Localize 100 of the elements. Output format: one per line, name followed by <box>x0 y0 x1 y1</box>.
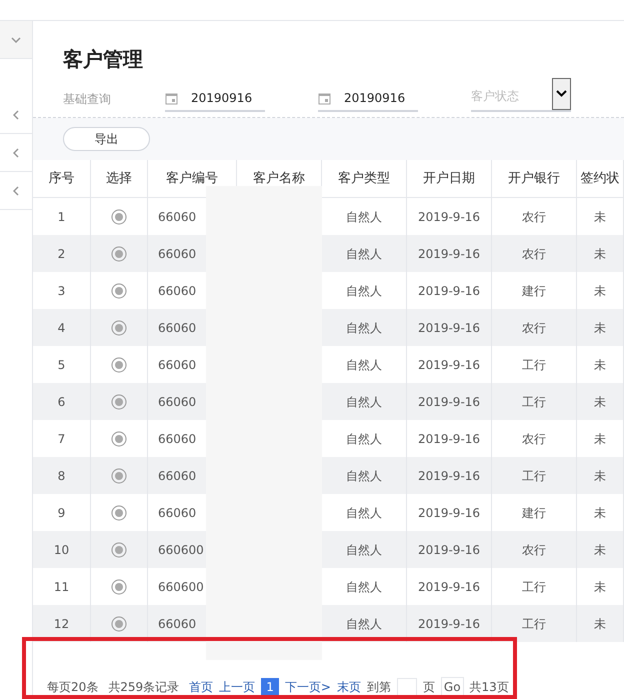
table-cell-text: 工行 <box>522 578 546 596</box>
column-header: 签约状 <box>580 170 620 188</box>
table-cell-text: 12 <box>54 616 70 632</box>
table-cell-text: 66060 <box>158 504 196 522</box>
radio-icon[interactable] <box>111 578 127 594</box>
table-cell-text: 未 <box>594 542 606 558</box>
chevron-left-icon[interactable] <box>13 148 19 158</box>
table-cell-text: 2019-9-16 <box>418 616 480 632</box>
page-link[interactable]: 末页 <box>336 678 361 696</box>
column-header: 客户名称 <box>253 170 305 188</box>
caret-down-icon <box>552 78 571 110</box>
table-cell-text: 2019-9-16 <box>418 246 480 262</box>
page-count-text: 共13页 <box>470 679 509 696</box>
table-cell-text: 未 <box>594 282 606 300</box>
table-cell-text: 2019-9-16 <box>418 282 480 300</box>
table-cell-text: 3 <box>58 282 66 300</box>
chevron-left-icon[interactable] <box>13 186 19 196</box>
table-cell-text: 5 <box>58 356 66 374</box>
table-cell-text: 660600 <box>158 542 204 558</box>
table-cell-text: 工行 <box>522 468 546 484</box>
table-cell-text: 未 <box>594 468 606 484</box>
radio-icon[interactable] <box>111 504 127 520</box>
table-cell-text: 9 <box>58 504 66 522</box>
table-cell-text: 1 <box>58 208 66 226</box>
table-cell-text: 4 <box>58 320 66 336</box>
table-cell-text: 工行 <box>522 356 546 374</box>
table-cell-text: 2019-9-16 <box>418 356 480 374</box>
column-header: 客户编号 <box>166 170 218 188</box>
export-button[interactable]: 导出 <box>63 127 150 151</box>
table-cell-text: 6 <box>58 394 66 410</box>
radio-icon[interactable] <box>111 208 127 224</box>
table-cell-text: 未 <box>594 578 606 596</box>
radio-icon[interactable] <box>111 320 127 336</box>
table-cell-text: 10 <box>54 542 70 558</box>
table-cell-text: 66060 <box>158 468 196 484</box>
go-button[interactable]: Go <box>440 677 464 697</box>
table-cell-text: 2 <box>58 246 66 262</box>
table-cell-text: 自然人 <box>346 616 382 632</box>
radio-icon[interactable] <box>111 616 127 632</box>
column-header: 客户类型 <box>338 170 390 188</box>
table-cell-text: 66060 <box>158 208 196 226</box>
page-title: 客户管理 <box>63 46 143 72</box>
radio-icon[interactable] <box>111 246 127 262</box>
table-cell-text: 自然人 <box>346 430 382 448</box>
table-cell-text: 建行 <box>522 504 546 522</box>
page-unit-label: 页 <box>422 679 435 696</box>
table-cell-text: 2019-9-16 <box>418 578 480 596</box>
table-cell-text: 未 <box>594 430 606 448</box>
table-cell-text: 未 <box>594 616 606 632</box>
table-cell-text: 7 <box>58 430 66 448</box>
table-cell-text: 自然人 <box>346 282 382 300</box>
table-cell-text: 自然人 <box>346 578 382 596</box>
radio-icon[interactable] <box>111 394 127 410</box>
query-label: 基础查询 <box>63 91 112 108</box>
radio-icon[interactable] <box>111 282 127 298</box>
table-cell-text: 建行 <box>522 282 546 300</box>
table-cell-text: 11 <box>54 578 70 596</box>
page-link[interactable]: 上一页 <box>219 678 256 696</box>
table-cell-text: 自然人 <box>346 394 382 410</box>
radio-icon[interactable] <box>111 430 127 446</box>
table-cell-text: 2019-9-16 <box>418 320 480 336</box>
page-link[interactable]: 首页 <box>189 678 214 696</box>
column-header: 开户日期 <box>423 170 475 188</box>
radio-icon[interactable] <box>111 356 127 372</box>
table-cell-text: 未 <box>594 504 606 522</box>
page-link[interactable]: 下一页> <box>284 678 331 696</box>
table-cell-text: 自然人 <box>346 208 382 226</box>
table-cell-text: 66060 <box>158 430 196 448</box>
calendar-icon <box>165 92 178 104</box>
table-cell-text: 未 <box>594 356 606 374</box>
table-cell-text: 农行 <box>522 542 546 558</box>
chevron-left-icon[interactable] <box>13 110 19 120</box>
start-date-field[interactable]: 20190916 <box>165 86 265 112</box>
table-cell-text: 农行 <box>522 208 546 226</box>
radio-icon[interactable] <box>111 468 127 484</box>
table-cell-text: 66060 <box>158 616 196 632</box>
table-cell-text: 66060 <box>158 282 196 300</box>
current-page[interactable]: 1 <box>261 678 279 696</box>
record-count-text: 共259条记录 <box>108 679 180 696</box>
column-header: 开户银行 <box>508 170 560 188</box>
page-input[interactable] <box>396 678 417 696</box>
table-cell-text: 2019-9-16 <box>418 504 480 522</box>
table-cell-text: 2019-9-16 <box>418 394 480 410</box>
page-size-text: 每页20条 <box>47 679 98 696</box>
table-cell-text: 农行 <box>522 320 546 336</box>
table-cell-text: 66060 <box>158 394 196 410</box>
table-cell-text: 未 <box>594 208 606 226</box>
radio-icon[interactable] <box>111 542 127 558</box>
table-cell-text: 农行 <box>522 246 546 262</box>
end-date-field[interactable]: 20190916 <box>318 86 418 112</box>
chevron-down-icon[interactable] <box>11 36 21 42</box>
table-cell-text: 2019-9-16 <box>418 430 480 448</box>
table-cell-text: 未 <box>594 394 606 410</box>
table-cell-text: 工行 <box>522 394 546 410</box>
table-cell-text: 8 <box>58 468 66 484</box>
table-cell-text: 自然人 <box>346 246 382 262</box>
table-cell-text: 未 <box>594 320 606 336</box>
table-cell-text: 未 <box>594 246 606 262</box>
table-cell-text: 2019-9-16 <box>418 208 480 226</box>
calendar-icon <box>318 92 331 104</box>
